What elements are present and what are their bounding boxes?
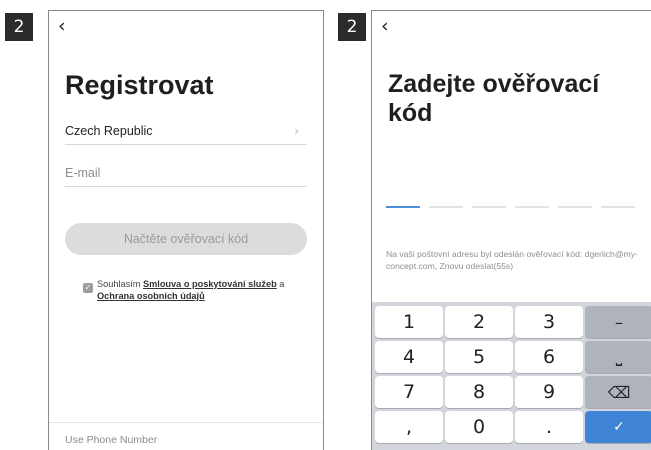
divider (49, 422, 323, 423)
chevron-right-icon: › (294, 123, 299, 138)
agree-prefix: Souhlasím (97, 279, 143, 289)
registration-screen: ‹ Registrovat Czech Republic › E-mail Na… (48, 10, 324, 450)
agree-checkbox[interactable]: ✓ (83, 283, 93, 293)
agreement-text: Souhlasím Smlouva o poskytování služeb a… (97, 279, 311, 303)
email-placeholder: E-mail (65, 165, 101, 180)
code-slot[interactable] (472, 206, 506, 208)
step-badge-left: 2 (5, 13, 33, 41)
comma-key[interactable]: , (375, 411, 443, 443)
agree-conjunction: a (276, 279, 285, 289)
verification-screen: ‹ Zadejte ověřovací kód Na vaši poštovní… (371, 10, 651, 450)
key-7[interactable]: 7 (375, 376, 443, 408)
minus-key[interactable]: – (585, 306, 651, 338)
page-title: Registrovat (65, 70, 214, 100)
period-key[interactable]: . (515, 411, 583, 443)
code-slot[interactable] (515, 206, 549, 208)
country-selector[interactable]: Czech Republic › (65, 117, 307, 145)
confirm-check-icon[interactable]: ✓ (585, 411, 651, 443)
use-phone-number-link[interactable]: Use Phone Number (65, 434, 157, 446)
privacy-link[interactable]: Ochrana osobních údajů (97, 291, 205, 301)
code-slot[interactable] (429, 206, 463, 208)
code-input[interactable] (386, 206, 635, 208)
get-code-button[interactable]: Načtěte ověřovací kód (65, 223, 307, 255)
code-slot[interactable] (601, 206, 635, 208)
key-4[interactable]: 4 (375, 341, 443, 373)
key-5[interactable]: 5 (445, 341, 513, 373)
code-slot[interactable] (558, 206, 592, 208)
key-8[interactable]: 8 (445, 376, 513, 408)
verification-info-text: Na vaši poštovní adresu byl odeslán ověř… (386, 249, 638, 271)
key-2[interactable]: 2 (445, 306, 513, 338)
country-label: Czech Republic (65, 123, 153, 138)
back-icon[interactable]: ‹ (381, 17, 389, 36)
key-9[interactable]: 9 (515, 376, 583, 408)
back-icon[interactable]: ‹ (58, 17, 66, 36)
key-0[interactable]: 0 (445, 411, 513, 443)
key-3[interactable]: 3 (515, 306, 583, 338)
step-badge-right: 2 (338, 13, 366, 41)
terms-link[interactable]: Smlouva o poskytování služeb (143, 279, 277, 289)
space-key-icon[interactable]: ⎵ (585, 341, 651, 373)
email-field[interactable]: E-mail (65, 159, 307, 187)
backspace-icon[interactable]: ⌫ (585, 376, 651, 408)
page-title: Zadejte ověřovací kód (388, 70, 600, 127)
key-1[interactable]: 1 (375, 306, 443, 338)
code-slot[interactable] (386, 206, 420, 208)
key-6[interactable]: 6 (515, 341, 583, 373)
numeric-keypad: 1 2 3 – 4 5 6 ⎵ 7 8 9 ⌫ , 0 . ✓ (372, 302, 651, 450)
